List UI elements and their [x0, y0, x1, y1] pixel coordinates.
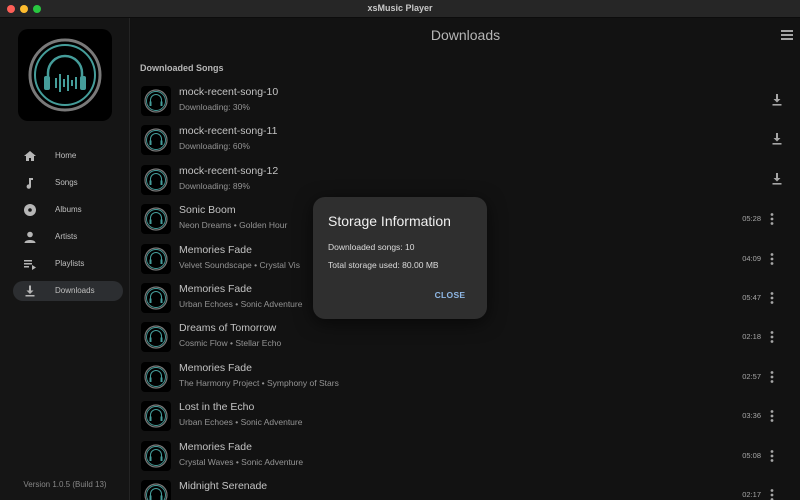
window-titlebar: xsMusic Player	[0, 0, 800, 18]
window-title: xsMusic Player	[367, 3, 433, 13]
total-storage-used: Total storage used: 80.00 MB	[328, 260, 439, 270]
downloaded-songs-count: Downloaded songs: 10	[328, 242, 415, 252]
dialog-title: Storage Information	[328, 213, 451, 229]
close-button[interactable]: CLOSE	[430, 287, 470, 303]
storage-dialog: Storage Information Downloaded songs: 10…	[313, 197, 487, 319]
